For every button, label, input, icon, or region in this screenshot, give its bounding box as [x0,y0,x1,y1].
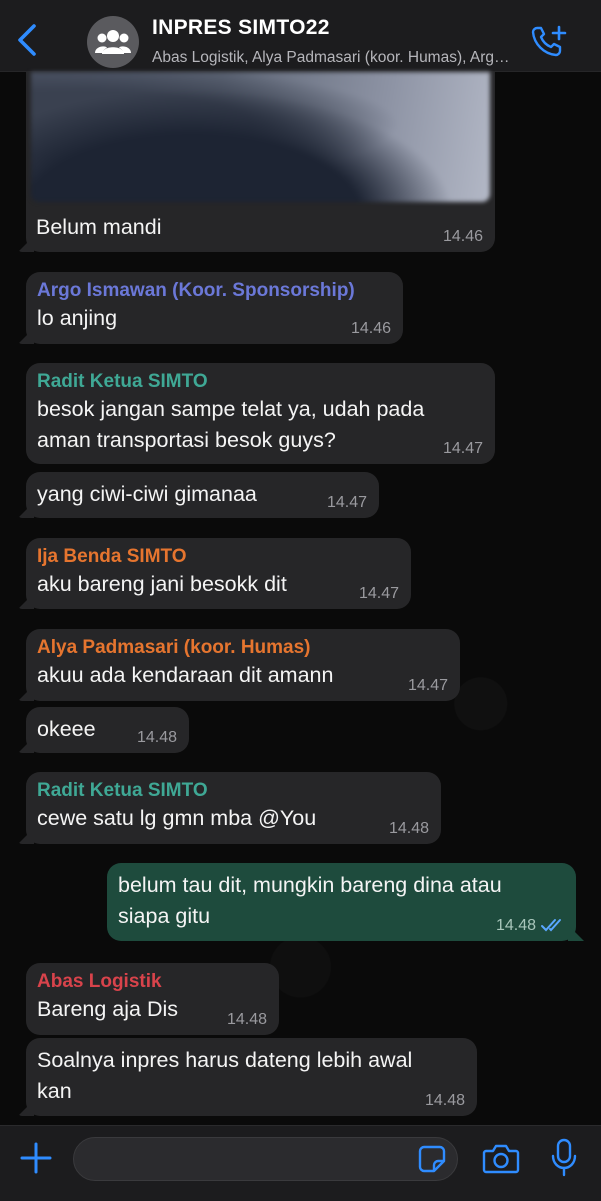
message-time: 14.47 [358,585,399,602]
message-time: 14.47 [326,494,367,511]
message-time: 14.48 [388,820,429,837]
message-bubble[interactable]: Soalnya inpres harus dateng lebih awal k… [26,1038,477,1116]
message-time: 14.48 [495,917,536,934]
message-text: yang ciwi-ciwi gimanaa [37,482,257,506]
chat-title[interactable]: INPRES SIMTO22 [152,16,330,40]
message-text: lo anjing [37,306,118,330]
message-input[interactable] [73,1137,458,1181]
chat-subtitle[interactable]: Abas Logistik, Alya Padmasari (koor. Hum… [152,49,517,67]
message-text-line: kan [37,1079,72,1103]
back-button[interactable] [14,22,42,58]
message-text: cewe satu lg gmn mba @You [37,806,317,830]
outgoing-message-bubble[interactable]: belum tau dit, mungkin bareng dina atau … [107,863,576,941]
message-text-line: Soalnya inpres harus dateng lebih awal [37,1048,413,1072]
attach-button[interactable] [18,1140,54,1176]
message-bubble[interactable]: Argo Ismawan (Koor. Sponsorship) lo anji… [26,272,403,344]
message-text: akuu ada kendaraan dit amann [37,663,334,687]
sender-name[interactable]: Ija Benda SIMTO [37,545,400,569]
message-bubble[interactable]: Abas Logistik Bareng aja Dis 14.48 [26,963,279,1035]
message-time: 14.47 [442,440,483,457]
message-bubble[interactable]: okeee 14.48 [26,707,189,753]
message-text: aku bareng jani besokk dit [37,572,287,596]
sticker-icon [418,1145,446,1173]
message-time: 14.46 [350,320,391,337]
message-text-line: belum tau dit, mungkin bareng dina atau [118,873,502,897]
message-time: 14.48 [136,729,177,746]
add-call-icon [531,25,567,57]
message-text-line: besok jangan sampe telat ya, udah pada [37,397,425,421]
message-bubble[interactable]: Radit Ketua SIMTO cewe satu lg gmn mba @… [26,772,441,844]
message-bubble[interactable]: yang ciwi-ciwi gimanaa 14.47 [26,472,379,518]
group-avatar[interactable] [87,16,139,68]
add-call-button[interactable] [530,24,568,58]
message-time: 14.46 [442,228,483,245]
sender-name[interactable]: Alya Padmasari (koor. Humas) [37,636,449,660]
chat-header: INPRES SIMTO22 Abas Logistik, Alya Padma… [0,0,601,72]
message-bubble[interactable]: Ija Benda SIMTO aku bareng jani besokk d… [26,538,411,609]
message-text-line: aman transportasi besok guys? [37,428,336,452]
microphone-icon [551,1138,577,1177]
sender-name[interactable]: Radit Ketua SIMTO [37,370,484,394]
plus-icon [20,1142,52,1174]
message-bubble[interactable]: Alya Padmasari (koor. Humas) akuu ada ke… [26,629,460,701]
image-message[interactable]: Belum mandi 14.46 [26,72,495,252]
message-text: Belum mandi [36,215,162,239]
camera-icon [482,1144,520,1174]
message-time: 14.48 [424,1092,465,1109]
blurred-image[interactable] [31,72,490,202]
read-receipt-icon [541,919,561,932]
microphone-button[interactable] [550,1138,578,1178]
camera-button[interactable] [482,1142,520,1176]
sender-name[interactable]: Radit Ketua SIMTO [37,779,430,803]
message-time: 14.47 [407,677,448,694]
sender-name[interactable]: Argo Ismawan (Koor. Sponsorship) [37,279,392,303]
message-bubble[interactable]: Radit Ketua SIMTO besok jangan sampe tel… [26,363,495,464]
sticker-button[interactable] [418,1145,446,1173]
group-icon [95,30,131,54]
message-time: 14.48 [226,1011,267,1028]
sender-name[interactable]: Abas Logistik [37,970,268,994]
chevron-left-icon [18,24,36,56]
